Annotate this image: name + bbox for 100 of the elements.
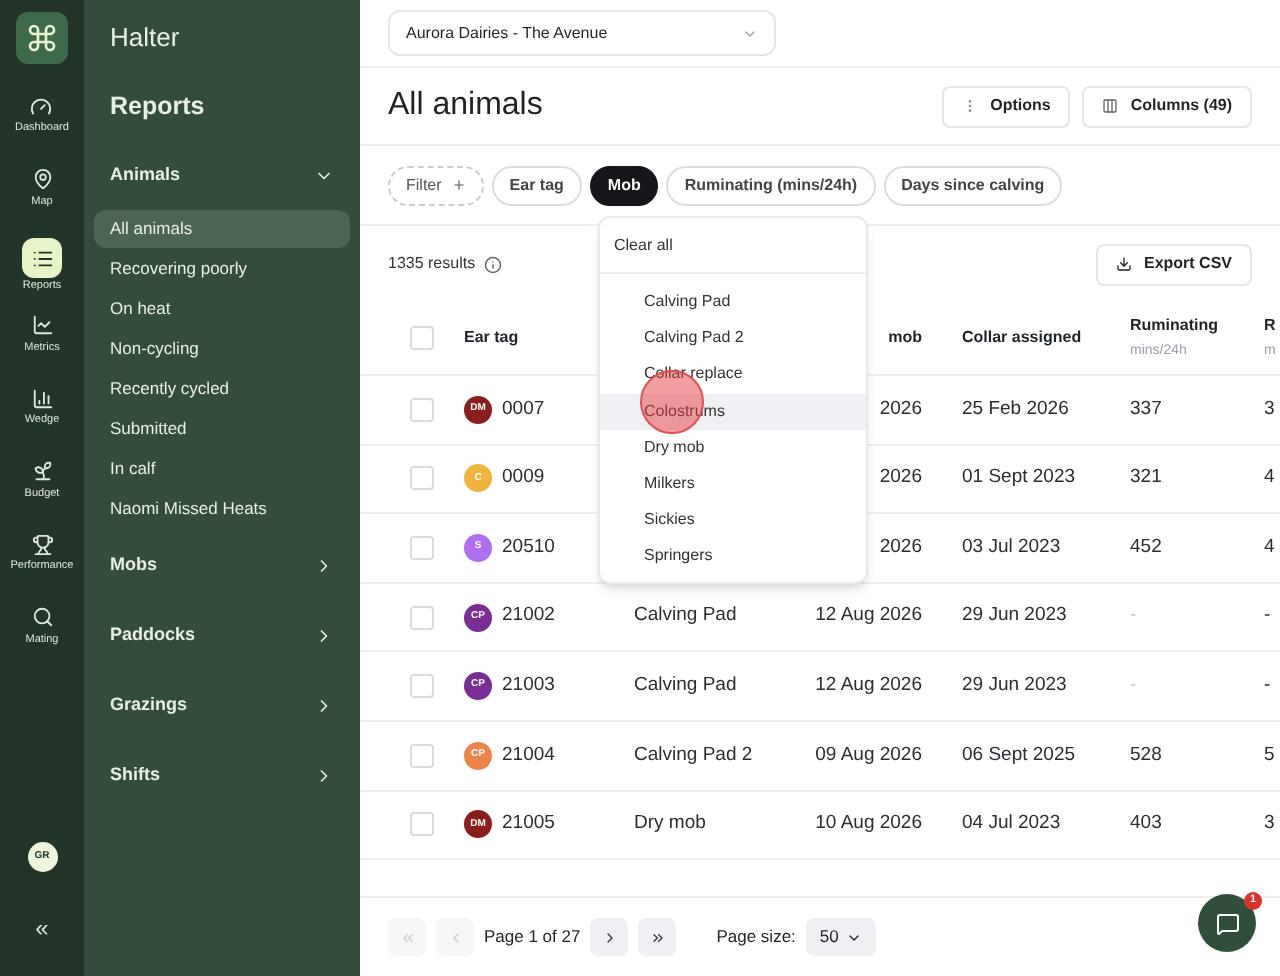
next-page-button[interactable] <box>590 918 629 956</box>
chat-icon <box>1215 911 1239 935</box>
page-size-label: Page size: <box>716 924 796 950</box>
table-cell: 321 <box>1130 466 1162 489</box>
row-checkbox[interactable] <box>410 674 434 699</box>
table-cell: 21005 <box>502 810 555 839</box>
table-cell: 452 <box>1130 535 1162 558</box>
table-cell-text: 20510 <box>502 533 555 562</box>
nav-group[interactable]: Animals <box>94 156 350 196</box>
table-cell-text: 21002 <box>502 602 555 631</box>
dropdown-option[interactable]: Milkers <box>600 465 866 503</box>
filter-chip[interactable]: Ear tag <box>491 165 582 205</box>
row-checkbox[interactable] <box>410 397 434 422</box>
dropdown-option[interactable]: Dry mob <box>600 429 866 466</box>
table-cell: 12 Aug 2026 <box>815 604 922 627</box>
nav-group[interactable]: Mobs <box>94 546 350 586</box>
row-checkbox[interactable] <box>410 812 434 837</box>
columns-button[interactable]: Columns (49) <box>1082 85 1252 127</box>
table-cell: 5 <box>1264 743 1275 766</box>
table-cell: 3 <box>1264 812 1275 835</box>
column-header[interactable]: Ear tag <box>464 328 519 346</box>
table-cell: 0007 <box>502 395 545 424</box>
brand-name: Halter <box>108 20 182 56</box>
results-count: 1335 results <box>388 252 476 276</box>
plus-icon <box>451 178 466 192</box>
filter-chip[interactable]: Days since calving <box>883 165 1063 205</box>
dropdown-option[interactable]: Springers <box>600 538 866 575</box>
nav-item[interactable]: Recovering poorly <box>94 250 350 288</box>
collapse-button[interactable]: « <box>35 916 49 940</box>
options-button[interactable]: Options <box>942 85 1071 127</box>
table-cell: Calving Pad <box>634 674 737 697</box>
table-cell: 10 Aug 2026 <box>815 812 922 835</box>
nav-item[interactable]: In calf <box>94 450 350 488</box>
column-header[interactable]: Collar assigned <box>962 328 1082 346</box>
row-checkbox[interactable] <box>410 743 434 768</box>
nav-item[interactable]: All animals <box>94 210 350 248</box>
table-cell: 29 Jun 2023 <box>962 674 1067 697</box>
dropdown-option[interactable]: Calving Pad <box>600 284 866 321</box>
row-checkbox[interactable] <box>410 605 434 630</box>
table-cell: 04 Jul 2023 <box>962 812 1061 835</box>
nav-item[interactable]: Non-cycling <box>94 330 350 368</box>
table-cell: 4 <box>1264 466 1275 489</box>
table-cell: Calving Pad <box>634 604 737 627</box>
table-cell: 29 Jun 2023 <box>962 604 1067 627</box>
table-cell: - <box>1130 604 1137 627</box>
table-cell: Dry mob <box>634 812 706 835</box>
table-cell: 09 Aug 2026 <box>815 743 922 766</box>
table-cell: 3 <box>1264 397 1275 420</box>
row-checkbox[interactable] <box>410 326 434 350</box>
row-checkbox[interactable] <box>410 535 434 560</box>
filter-chip[interactable]: Ruminating (mins/24h) <box>666 165 876 205</box>
column-header[interactable]: Ruminating <box>1130 313 1264 338</box>
list-icon[interactable] <box>22 238 62 278</box>
table-cell: 01 Sept 2023 <box>962 466 1076 489</box>
nav-item[interactable]: On heat <box>94 290 350 328</box>
table-cell: 403 <box>1130 812 1162 835</box>
dropdown-option[interactable]: Calving Pad 2 <box>600 320 866 357</box>
clear-all-link[interactable]: Clear all <box>614 233 673 257</box>
double-chevron-left-icon <box>399 929 415 945</box>
nav-item[interactable]: Recently cycled <box>94 370 350 408</box>
farm-select[interactable]: Aurora Dairies - The Avenue <box>388 10 776 56</box>
table-cell: 528 <box>1130 743 1162 766</box>
filter-button[interactable]: Filter <box>388 165 484 205</box>
nav-item[interactable]: Submitted <box>94 410 350 448</box>
table-cell-text: 0009 <box>502 464 545 493</box>
page-title: All animals <box>388 86 543 126</box>
table-cell: 21004 <box>502 741 555 770</box>
table-cell: - <box>1130 674 1137 697</box>
nav-item[interactable]: Naomi Missed Heats <box>94 490 350 528</box>
double-chevron-right-icon <box>649 929 666 945</box>
filter-chip[interactable]: Mob <box>589 165 659 205</box>
nav-group[interactable]: Paddocks <box>94 616 350 656</box>
table-cell: 12 Aug 2026 <box>815 674 922 697</box>
table-cell: Calving Pad 2 <box>634 743 753 766</box>
table-cell: 2026 <box>879 466 922 489</box>
page-indicator: Page 1 of 27 <box>484 924 581 950</box>
logo-icon <box>16 12 68 64</box>
download-icon <box>1115 256 1132 272</box>
last-page-button[interactable] <box>638 918 677 956</box>
section-title: Reports <box>108 90 207 124</box>
table-cell: - <box>1264 604 1271 627</box>
table-cell: 4 <box>1264 535 1275 558</box>
column-header[interactable]: R <box>1264 313 1280 338</box>
nav-group[interactable]: Grazings <box>94 686 350 726</box>
page-size-select[interactable]: 50 <box>805 918 877 956</box>
table-cell: 21003 <box>502 672 555 701</box>
table-cell: 03 Jul 2023 <box>962 535 1061 558</box>
column-header[interactable]: mob <box>888 328 922 346</box>
table-cell: 2026 <box>879 397 922 420</box>
table-cell: 06 Sept 2025 <box>962 743 1076 766</box>
dropdown-option[interactable]: Sickies <box>600 502 866 539</box>
table-cell: 2026 <box>879 535 922 558</box>
table-cell: - <box>1264 674 1271 697</box>
info-icon <box>483 255 502 273</box>
columns-icon <box>1102 98 1119 114</box>
export-button[interactable]: Export CSV <box>1095 243 1252 285</box>
table-cell: 25 Feb 2026 <box>962 397 1069 420</box>
table-cell: 337 <box>1130 397 1162 420</box>
row-checkbox[interactable] <box>410 466 434 491</box>
nav-group[interactable]: Shifts <box>94 756 350 796</box>
